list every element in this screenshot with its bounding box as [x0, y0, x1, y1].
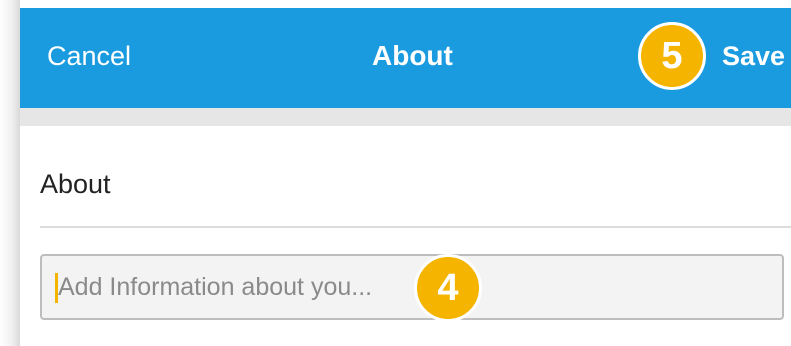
cancel-button[interactable]: Cancel [47, 38, 131, 74]
header-separator [20, 108, 791, 126]
screen: Cancel About Save 5 About 4 [0, 0, 791, 346]
edge-shadow [0, 0, 20, 346]
step-badge-save: 5 [638, 22, 706, 90]
about-input[interactable] [40, 254, 784, 320]
page-title: About [372, 40, 453, 71]
step-badge-input: 4 [414, 254, 482, 322]
text-cursor [55, 273, 58, 303]
divider [40, 226, 791, 228]
section-label-about: About [40, 169, 111, 199]
save-button[interactable]: Save [722, 38, 785, 74]
